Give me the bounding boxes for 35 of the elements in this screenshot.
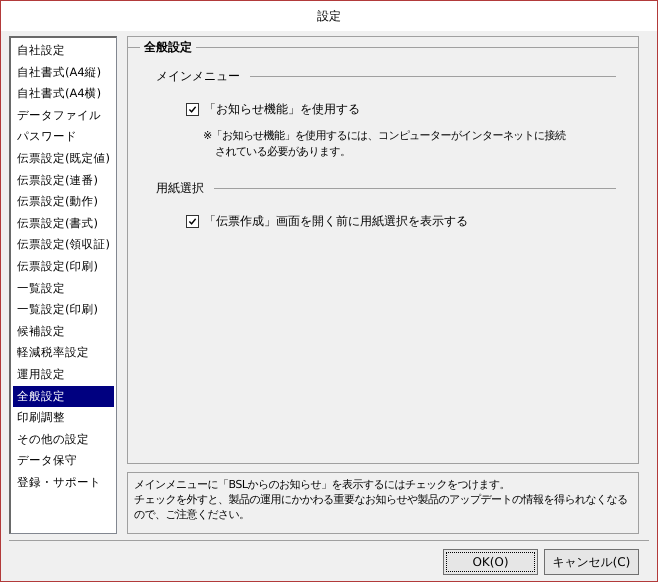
- sidebar-item[interactable]: 軽減税率設定: [13, 342, 114, 364]
- checkbox[interactable]: [186, 215, 199, 228]
- sidebar-item[interactable]: 全般設定: [13, 386, 114, 408]
- note-text: されている必要があります。: [215, 144, 350, 160]
- description-text: チェックを外すと、製品の運用にかかわる重要なお知らせや製品のアップデートの情報を得られなくなるので、ご注意ください。: [134, 492, 628, 522]
- sidebar-item[interactable]: 伝票設定(書式): [13, 212, 114, 234]
- checkbox[interactable]: [186, 103, 199, 116]
- sidebar-item[interactable]: データ保守: [13, 450, 114, 472]
- sidebar-item[interactable]: 候補設定: [13, 320, 114, 342]
- sidebar-item[interactable]: 伝票設定(動作): [13, 191, 114, 213]
- dialog-button[interactable]: キャンセル(C): [544, 549, 639, 575]
- window-title: 設定: [317, 8, 341, 24]
- section-heading: 用紙選択: [156, 180, 204, 197]
- sidebar-item[interactable]: 自社書式(A4縦): [13, 62, 114, 84]
- sidebar-item[interactable]: 伝票設定(既定値): [13, 148, 114, 170]
- sidebar-item[interactable]: 登録・サポート: [13, 472, 114, 494]
- sidebar-item[interactable]: 伝票設定(領収証): [13, 234, 114, 256]
- sidebar-item[interactable]: 伝票設定(連番): [13, 170, 114, 192]
- sidebar-item[interactable]: その他の設定: [13, 428, 114, 450]
- sidebar-item[interactable]: 印刷調整: [13, 407, 114, 429]
- sidebar-item[interactable]: 一覧設定(印刷): [13, 299, 114, 321]
- dialog-button[interactable]: OK(O): [443, 549, 538, 575]
- sidebar-item[interactable]: 自社設定: [13, 40, 114, 62]
- checkbox-label: 「お知らせ機能」を使用する: [204, 101, 360, 118]
- sidebar-item[interactable]: 自社書式(A4横): [13, 83, 114, 105]
- sidebar-item[interactable]: 運用設定: [13, 364, 114, 386]
- sidebar-item[interactable]: 伝票設定(印刷): [13, 256, 114, 278]
- sidebar-item[interactable]: データファイル: [13, 104, 114, 126]
- description-text: メインメニューに「BSLからのお知らせ」を表示するにはチェックをつけます。: [134, 477, 511, 492]
- sidebar-item[interactable]: 一覧設定: [13, 278, 114, 300]
- group-title: 全般設定: [140, 39, 196, 56]
- checkbox-label: 「伝票作成」画面を開く前に用紙選択を表示する: [204, 213, 468, 230]
- section-heading: メインメニュー: [156, 68, 240, 85]
- sidebar-item[interactable]: パスワード: [13, 126, 114, 148]
- note-text: ※「お知らせ機能」を使用するには、コンピューターがインターネットに接続: [203, 128, 566, 144]
